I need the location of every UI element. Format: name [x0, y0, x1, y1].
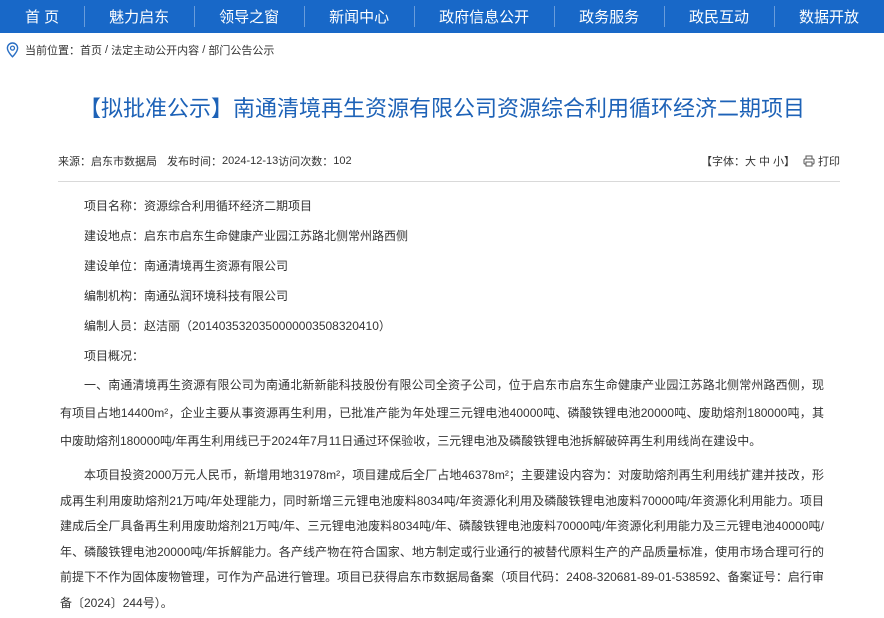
print-button[interactable]: 打印 [803, 153, 840, 169]
top-nav: 首 页 魅力启东 领导之窗 新闻中心 政府信息公开 政务服务 政民互动 数据开放 [0, 0, 884, 33]
field-label: 建设单位： [84, 259, 145, 273]
font-size-suffix: 】 [784, 156, 795, 168]
field-value: 南通清境再生资源有限公司 [144, 259, 289, 273]
field-value: 启东市启东生命健康产业园江苏路北侧常州路西侧 [144, 229, 409, 243]
nav-item-open-data[interactable]: 数据开放 [774, 0, 884, 33]
font-size-large[interactable]: 大 [745, 153, 756, 169]
breadcrumb-item-dept-announcements[interactable]: 部门公告公示 [208, 42, 274, 58]
font-size-medium[interactable]: 中 [759, 153, 770, 169]
article-meta: 来源： 启东市数据局 发布时间： 2024-12-13 访问次数： 102 【字… [58, 149, 840, 182]
field-value: 资源综合利用循环经济二期项目 [144, 199, 313, 213]
publish-date: 2024-12-13 [222, 155, 279, 167]
visits-count: 102 [333, 155, 352, 167]
location-pin-icon [6, 42, 19, 58]
field-label: 项目名称： [84, 199, 145, 213]
field-label: 编制人员： [84, 319, 145, 333]
nav-item-leaders-window[interactable]: 领导之窗 [194, 0, 304, 33]
field-construction-unit: 建设单位：南通清境再生资源有限公司 [60, 251, 824, 281]
field-value: 南通弘润环境科技有限公司 [144, 289, 289, 303]
breadcrumb-item-home[interactable]: 首页 [80, 42, 102, 58]
source-label: 来源： [58, 156, 91, 168]
nav-item-news-center[interactable]: 新闻中心 [304, 0, 414, 33]
nav-item-home[interactable]: 首 页 [0, 0, 84, 33]
article-meta-info: 来源： 启东市数据局 发布时间： 2024-12-13 访问次数： 102 [58, 153, 352, 169]
overview-label: 项目概况： [84, 349, 145, 363]
breadcrumb-separator: / [102, 44, 112, 56]
nav-item-gov-services[interactable]: 政务服务 [554, 0, 664, 33]
font-size-small[interactable]: 小 [773, 153, 784, 169]
overview-paragraph: 一、南通清境再生资源有限公司为南通北新新能科技股份有限公司全资子公司，位于启东市… [60, 378, 824, 448]
overview-paragraph: 本项目投资2000万元人民币，新增用地31978m²，项目建成后全厂占地4637… [60, 468, 824, 610]
print-label: 打印 [818, 156, 840, 168]
nav-item-gov-info-disclosure[interactable]: 政府信息公开 [414, 0, 554, 33]
article-tools: 【字体： 大 中 小 】 打印 [701, 153, 840, 169]
breadcrumb-item-legal-disclosure[interactable]: 法定主动公开内容 [111, 42, 199, 58]
publish-label: 发布时间： [167, 156, 222, 168]
print-icon [803, 155, 815, 167]
field-construction-site: 建设地点：启东市启东生命健康产业园江苏路北侧常州路西侧 [60, 221, 824, 251]
page: 首 页 魅力启东 领导之窗 新闻中心 政府信息公开 政务服务 政民互动 数据开放… [0, 0, 884, 618]
breadcrumb-label: 当前位置： [25, 45, 80, 57]
nav-item-citizen-interaction[interactable]: 政民互动 [664, 0, 774, 33]
field-compiling-agency: 编制机构：南通弘润环境科技有限公司 [60, 281, 824, 311]
field-compiler: 编制人员：赵洁丽（2014035320350000003508320410） [60, 311, 824, 341]
font-size-prefix: 【字体： [701, 156, 745, 168]
breadcrumb: 当前位置： 首页 / 法定主动公开内容 / 部门公告公示 [0, 33, 884, 67]
breadcrumb-separator: / [199, 44, 209, 56]
article-body: 项目名称：资源综合利用循环经济二期项目 建设地点：启东市启东生命健康产业园江苏路… [60, 191, 824, 616]
nav-item-charm-qidong[interactable]: 魅力启东 [84, 0, 194, 33]
field-label: 编制机构： [84, 289, 145, 303]
page-title: 【拟批准公示】南通清境再生资源有限公司资源综合利用循环经济二期项目 [78, 96, 805, 121]
visits-label: 访问次数： [278, 156, 334, 168]
field-label: 建设地点： [84, 229, 145, 243]
overview-heading: 项目概况： [60, 341, 824, 371]
source-value: 启东市数据局 [91, 156, 157, 168]
field-project-name: 项目名称：资源综合利用循环经济二期项目 [60, 191, 824, 221]
field-value: 赵洁丽（2014035320350000003508320410） [144, 319, 391, 333]
